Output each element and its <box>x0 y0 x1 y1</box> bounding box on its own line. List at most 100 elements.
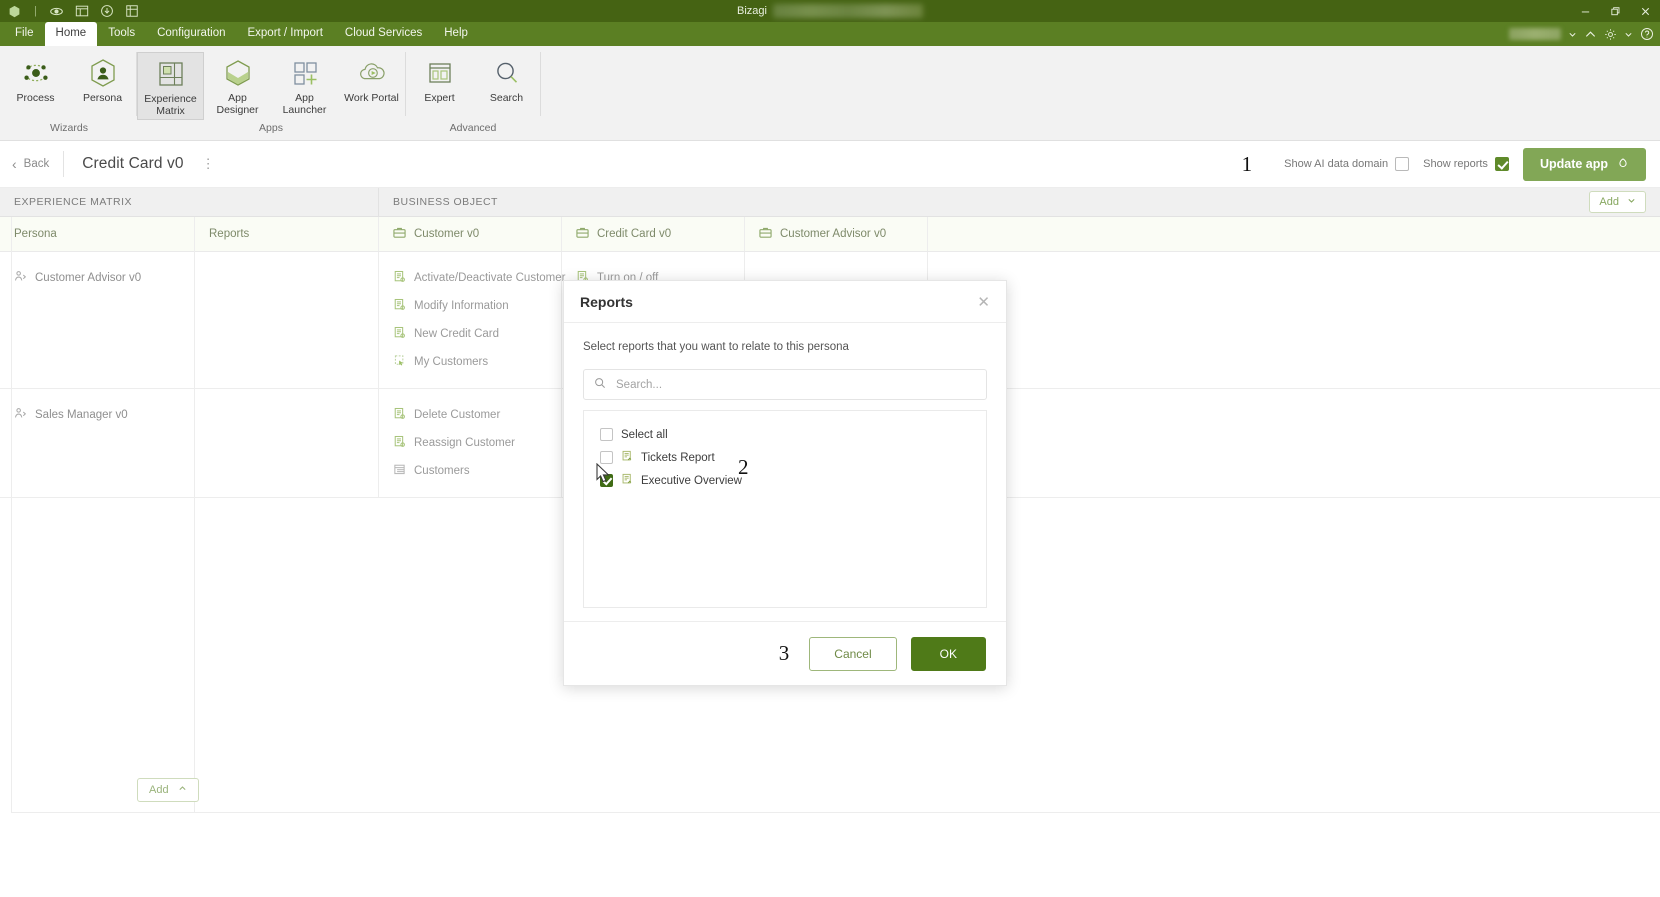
account-name-redacted[interactable] <box>1509 28 1561 40</box>
persona-label: Customer Advisor v0 <box>35 272 142 284</box>
list-item-label: My Customers <box>414 356 489 368</box>
show-reports-checkbox[interactable] <box>1494 157 1509 171</box>
show-ai-data-domain-toggle[interactable]: Show AI data domain <box>1284 157 1410 171</box>
business-object-icon <box>393 226 406 242</box>
chevron-left-icon: ‹ <box>12 156 17 172</box>
ribbon-tab-tools[interactable]: Tools <box>97 22 146 46</box>
ribbon-item-work-portal[interactable]: Work Portal <box>338 52 405 107</box>
activity-icon <box>393 407 406 423</box>
list-item-label: Delete Customer <box>414 409 501 421</box>
persona-icon <box>88 56 118 90</box>
search-input[interactable] <box>616 378 976 391</box>
column-header-credit-card-v0: Credit Card v0 <box>562 217 745 251</box>
restore-icon[interactable] <box>1600 0 1630 22</box>
close-icon[interactable] <box>1630 0 1660 22</box>
cancel-button[interactable]: Cancel <box>809 636 897 671</box>
ribbon-tab-export-import[interactable]: Export / Import <box>236 22 333 46</box>
ribbon-item-label: Persona <box>82 92 123 104</box>
cell-filler <box>928 389 1660 497</box>
download-icon[interactable] <box>99 3 115 19</box>
report-label: Tickets Report <box>641 451 715 464</box>
dialog-footer: 3 Cancel OK <box>564 621 1006 685</box>
ribbon-item-process[interactable]: Process <box>2 52 69 107</box>
persona-entry[interactable]: Customer Advisor v0 <box>14 264 141 292</box>
ribbon-tab-help[interactable]: Help <box>433 22 479 46</box>
mouse-cursor <box>596 462 613 490</box>
search-icon <box>493 56 521 90</box>
minimize-icon[interactable] <box>1570 0 1600 22</box>
business-object-icon <box>759 226 772 242</box>
dialog-title: Reports <box>580 293 633 310</box>
collapse-ribbon-icon[interactable] <box>1584 28 1597 41</box>
cell-persona[interactable]: Customer Advisor v0 <box>0 252 195 388</box>
column-header-customer-advisor-v0: Customer Advisor v0 <box>745 217 928 251</box>
cell-persona[interactable]: Sales Manager v0 <box>0 389 195 497</box>
quick-access-toolbar: | <box>6 3 140 19</box>
gear-icon[interactable] <box>1604 28 1617 41</box>
ribbon-tab-file[interactable]: File <box>4 22 45 46</box>
back-button[interactable]: ‹ Back <box>12 151 65 177</box>
list-item[interactable]: Modify Information <box>393 292 509 320</box>
list-item[interactable]: Activate/Deactivate Customer <box>393 264 565 292</box>
cell-reports[interactable] <box>195 252 379 388</box>
more-options-icon[interactable]: ⋮ <box>202 156 216 172</box>
ribbon-tab-home[interactable]: Home <box>44 22 98 46</box>
ribbon-item-expert[interactable]: Expert <box>406 52 473 107</box>
reports-dialog: Reports ✕ Select reports that you want t… <box>563 280 1007 686</box>
ribbon-item-experience-matrix[interactable]: Experience Matrix <box>137 52 204 120</box>
help-icon[interactable] <box>1640 27 1654 41</box>
app-launcher-icon <box>290 56 320 90</box>
cell-reports[interactable] <box>195 389 379 497</box>
chevron-down-icon <box>1627 196 1636 208</box>
list-item[interactable]: Delete Customer <box>393 401 500 429</box>
select-all-checkbox[interactable] <box>600 428 613 441</box>
select-all-row[interactable]: Select all <box>584 423 986 446</box>
process-icon <box>20 56 52 90</box>
show-reports-toggle[interactable]: Show reports <box>1423 157 1509 171</box>
ribbon-item-label: Expert <box>424 92 455 104</box>
ribbon-item-app-designer[interactable]: App Designer <box>204 52 271 118</box>
title-redacted <box>772 4 923 18</box>
ribbon-tab-configuration[interactable]: Configuration <box>146 22 236 46</box>
form-icon[interactable] <box>74 3 90 19</box>
ok-button[interactable]: OK <box>910 636 986 671</box>
add-persona-button[interactable]: Add <box>137 778 199 802</box>
list-item[interactable]: New Credit Card <box>393 320 499 348</box>
ribbon-divider <box>540 52 541 116</box>
list-item[interactable]: Tickets Report <box>584 446 986 469</box>
column-header-customer-v0: Customer v0 <box>379 217 562 251</box>
cell-filler <box>928 252 1660 388</box>
report-icon <box>621 450 633 465</box>
show-ai-data-domain-label: Show AI data domain <box>1284 158 1389 170</box>
list-item[interactable]: Executive Overview <box>584 469 986 492</box>
list-item[interactable]: Reassign Customer <box>393 429 515 457</box>
cell-customer-v0[interactable]: Activate/Deactivate Customer Modify Info… <box>379 252 565 388</box>
search-box[interactable] <box>583 369 987 400</box>
ribbon-tab-bar: File Home Tools Configuration Export / I… <box>0 22 1660 46</box>
page-header: ‹ Back Credit Card v0 ⋮ 1 Show AI data d… <box>0 141 1660 188</box>
column-header-persona: Persona <box>0 217 195 251</box>
bizagi-logo-icon[interactable] <box>6 3 22 19</box>
ribbon-item-search[interactable]: Search <box>473 52 540 107</box>
ribbon-tab-cloud-services[interactable]: Cloud Services <box>334 22 433 46</box>
update-app-button[interactable]: Update app <box>1522 147 1646 181</box>
close-icon[interactable]: ✕ <box>977 293 990 311</box>
list-item[interactable]: Customers <box>393 457 470 485</box>
process-icon[interactable] <box>49 3 65 19</box>
matrix-left-border <box>11 217 12 813</box>
activity-icon <box>393 435 406 451</box>
gear-chevron-icon[interactable] <box>1624 30 1633 39</box>
matrix-icon[interactable] <box>124 3 140 19</box>
cell-customer-v0[interactable]: Delete Customer Reassign Customer Custom… <box>379 389 562 497</box>
chevron-down-icon[interactable] <box>1568 30 1577 39</box>
business-object-icon <box>576 226 589 242</box>
show-ai-data-domain-checkbox[interactable] <box>1395 157 1410 171</box>
ribbon-item-app-launcher[interactable]: App Launcher <box>271 52 338 118</box>
update-app-label: Update app <box>1539 157 1608 171</box>
ribbon-item-persona[interactable]: Persona <box>69 52 136 107</box>
list-item[interactable]: My Customers <box>393 348 488 376</box>
persona-entry[interactable]: Sales Manager v0 <box>14 401 128 429</box>
show-reports-label: Show reports <box>1423 158 1488 170</box>
add-business-object-button[interactable]: Add <box>1589 191 1646 213</box>
add-top-label: Add <box>1599 196 1619 208</box>
